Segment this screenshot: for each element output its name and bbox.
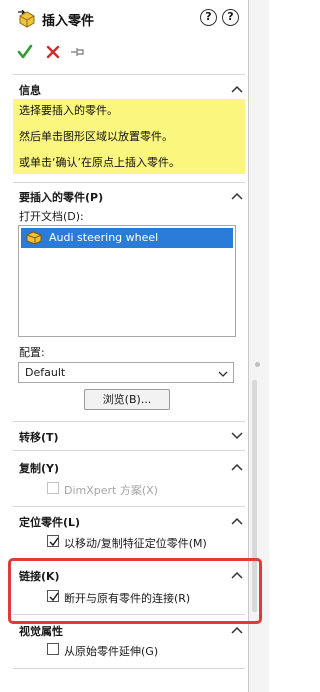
pin-icon[interactable] (70, 44, 86, 63)
splitter-handle[interactable] (255, 362, 260, 367)
chevron-down-icon (218, 368, 228, 381)
help-icon[interactable]: ? (222, 9, 239, 26)
insert-part-icon (18, 9, 36, 31)
chevron-down-icon[interactable] (231, 430, 243, 443)
propagate-from-original-checkbox-row[interactable]: 从原始零件延伸(G) (47, 641, 227, 659)
divider (13, 182, 245, 183)
dimxpert-checkbox[interactable] (47, 482, 59, 494)
list-item[interactable]: Audi steering wheel (21, 228, 233, 248)
action-bar (0, 42, 248, 68)
section-header-part-to-insert[interactable]: 要插入的零件(P) (13, 185, 245, 207)
open-documents-label: 打开文档(D): (19, 210, 84, 223)
info-message-box: 选择要插入的零件。 然后单击图形区域以放置零件。 或单击‘确认’在原点上插入零件… (13, 99, 245, 174)
info-line: 或单击‘确认’在原点上插入零件。 (19, 156, 180, 169)
chevron-up-icon[interactable] (231, 515, 243, 528)
page-title: 插入零件 (42, 14, 95, 29)
open-documents-list[interactable]: Audi steering wheel (18, 225, 236, 337)
ok-check-icon[interactable] (17, 44, 33, 63)
section-header-copy[interactable]: 复制(Y) (13, 456, 245, 478)
chevron-up-icon[interactable] (231, 83, 243, 96)
browse-button[interactable]: 浏览(B)... (84, 389, 170, 410)
locate-with-move-checkbox[interactable] (47, 535, 59, 547)
info-line: 然后单击图形区域以放置零件。 (19, 130, 173, 143)
divider (13, 668, 245, 669)
divider (13, 74, 245, 75)
section-header-info[interactable]: 信息 (13, 78, 245, 100)
divider (13, 506, 245, 507)
propagate-from-original-checkbox[interactable] (47, 643, 59, 655)
chevron-up-icon[interactable] (231, 190, 243, 203)
chevron-up-icon[interactable] (231, 461, 243, 474)
configuration-label: 配置: (19, 346, 45, 359)
checkmark-icon (49, 537, 59, 547)
cancel-x-icon[interactable] (45, 44, 61, 63)
chevron-up-icon[interactable] (231, 624, 243, 637)
divider (13, 421, 245, 422)
part-icon (26, 230, 42, 249)
section-header-transfer[interactable]: 转移(T) (13, 425, 245, 447)
section-header-locate-part[interactable]: 定位零件(L) (13, 510, 245, 532)
info-line: 选择要插入的零件。 (19, 104, 118, 117)
locate-with-move-checkbox-row[interactable]: 以移动/复制特征定位零件(M) (47, 533, 242, 551)
dimxpert-checkbox-row[interactable]: DimXpert 方案(X) (47, 480, 227, 498)
title-bar: 插入零件 ? ? (0, 8, 248, 34)
divider (13, 450, 245, 451)
highlight-annotation-box (8, 558, 262, 624)
whats-wrong-help-icon[interactable]: ? (200, 9, 217, 26)
configuration-select[interactable]: Default (18, 362, 234, 383)
